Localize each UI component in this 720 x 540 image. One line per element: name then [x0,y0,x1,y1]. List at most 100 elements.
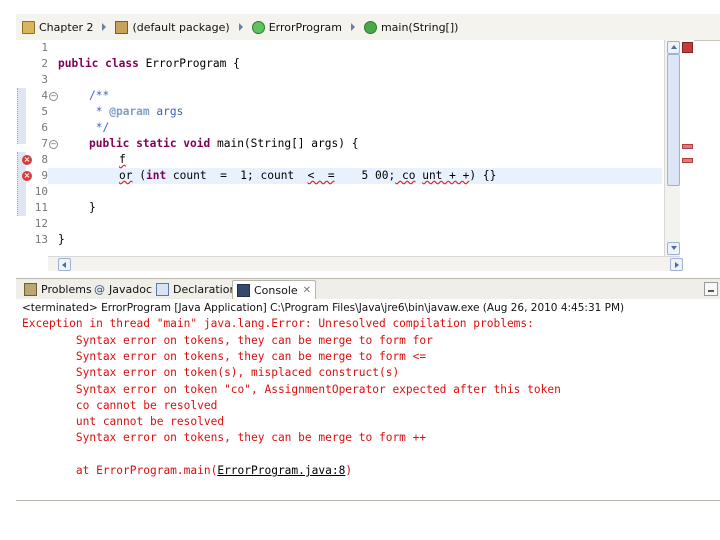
line-number: 13 [34,233,48,246]
code-line-6: */ [89,121,110,134]
error-overview-mark[interactable] [682,144,693,149]
line-number: 5 [41,105,48,118]
error-token: < = [307,169,335,182]
breadcrumb-separator-icon [236,22,246,32]
project-folder-icon [22,20,35,34]
line-number: 6 [41,121,48,134]
console-line: co cannot be resolved [22,399,218,412]
tab-label: Javadoc [109,282,152,296]
at-sign-icon: @ [94,282,105,296]
code-text: ErrorProgram { [138,57,240,70]
scroll-left-icon[interactable] [58,258,71,271]
code-text: ( [132,169,146,182]
stack-trace-line: at ErrorProgram.main(ErrorProgram.java:8… [22,463,352,479]
keyword: public class [58,57,139,70]
comment-text: * [89,105,110,118]
console-line: unt cannot be resolved [22,415,225,428]
scroll-up-icon[interactable] [667,41,680,54]
tab-declaration[interactable]: Declaration [156,280,236,298]
console-line: Syntax error on tokens, they can be merg… [22,350,427,363]
line-number: 8 [41,153,48,166]
code-line-5: * @param args [89,104,184,120]
line-number: 12 [34,217,48,230]
code-text: 5 00; [361,169,396,182]
error-token: or [119,169,133,182]
editor-horizontal-scrollbar[interactable] [48,256,683,271]
error-token: co [395,169,416,182]
console-icon [237,283,250,297]
overview-ruler [680,40,694,256]
stack-trace-link[interactable]: ErrorProgram.java:8 [217,464,345,477]
error-overview-mark[interactable] [682,158,693,163]
breadcrumb-method-label: main(String[]) [380,20,459,34]
breadcrumb-project-label: Chapter 2 [39,20,94,34]
minimize-icon[interactable] [704,282,718,296]
error-marker-icon[interactable]: × [22,155,32,165]
fold-collapse-icon[interactable]: − [49,140,58,149]
class-icon [251,20,265,34]
tab-label: Console [254,283,298,297]
breadcrumb-class-label: ErrorProgram [268,20,342,34]
console-line: Syntax error on token(s), misplaced cons… [22,366,400,379]
declaration-icon [156,282,169,296]
scroll-right-icon[interactable] [670,258,683,271]
code-line-4: /** [89,89,110,102]
code-line-11: } [89,201,96,214]
editor-vertical-scrollbar[interactable] [664,40,681,256]
error-summary-icon[interactable] [682,42,693,53]
stack-trace-suffix: ) [345,464,353,477]
console-status-header: <terminated> ErrorProgram [Java Applicat… [22,302,625,314]
bottom-panel-tabbar: Problems @ Javadoc Declaration Console ✕ [16,278,720,300]
scroll-down-icon[interactable] [667,242,680,255]
breadcrumb-project[interactable]: Chapter 2 [22,20,94,34]
breadcrumb-separator-icon [348,22,358,32]
tab-problems[interactable]: Problems [24,280,92,298]
line-number: 4 [41,89,48,102]
fold-collapse-icon[interactable]: − [49,92,58,101]
breadcrumb-class[interactable]: ErrorProgram [251,20,342,34]
line-number: 9 [41,169,48,182]
method-icon [363,20,377,34]
breadcrumb-package[interactable]: (default package) [115,20,230,34]
code-line-13: } [58,233,65,246]
line-number: 2 [41,57,48,70]
line-number: 11 [34,201,48,214]
error-token: f [119,153,126,166]
keyword: int [145,169,167,182]
breadcrumb-method[interactable]: main(String[]) [363,20,459,34]
code-line-8: f [119,152,126,168]
panel-bottom-border [16,500,720,501]
tab-console[interactable]: Console ✕ [232,280,317,299]
console-line: Syntax error on tokens, they can be merg… [22,431,427,444]
code-line-7: public static void main(String[] args) { [89,136,358,152]
comment-text: args [149,105,184,118]
close-icon[interactable]: ✕ [303,285,311,296]
breadcrumb-separator-icon [99,22,109,32]
breadcrumb-package-label: (default package) [132,20,230,34]
code-line-2: public class ErrorProgram { [58,56,240,72]
code-text: count = 1; count [166,169,308,182]
tab-label: Declaration [173,282,237,296]
error-marker-icon[interactable]: × [22,171,32,181]
keyword: public static void [89,137,211,150]
javadoc-tag: @param [109,105,150,118]
error-token: unt + + [422,169,470,182]
console-line: Syntax error on tokens, they can be merg… [22,334,433,347]
stack-trace-prefix: at ErrorProgram.main( [22,464,218,477]
code-text: ) {} [469,169,497,182]
scroll-thumb[interactable] [667,54,680,186]
line-number: 3 [41,73,48,86]
tab-javadoc[interactable]: @ Javadoc [94,280,152,298]
code-line-9: or (int count = 1; count < = 5 00; co un… [119,168,496,184]
code-text: main(String[] args) { [210,137,359,150]
tab-label: Problems [41,282,92,296]
package-icon [115,20,129,34]
line-number: 10 [34,185,48,198]
console-line: Syntax error on token "co", AssignmentOp… [22,383,561,396]
console-line: Exception in thread "main" java.lang.Err… [22,317,534,330]
problems-icon [24,282,37,296]
line-number: 7 [41,137,48,150]
line-number: 1 [41,41,48,54]
breadcrumb: Chapter 2 (default package) ErrorProgram… [16,14,720,41]
